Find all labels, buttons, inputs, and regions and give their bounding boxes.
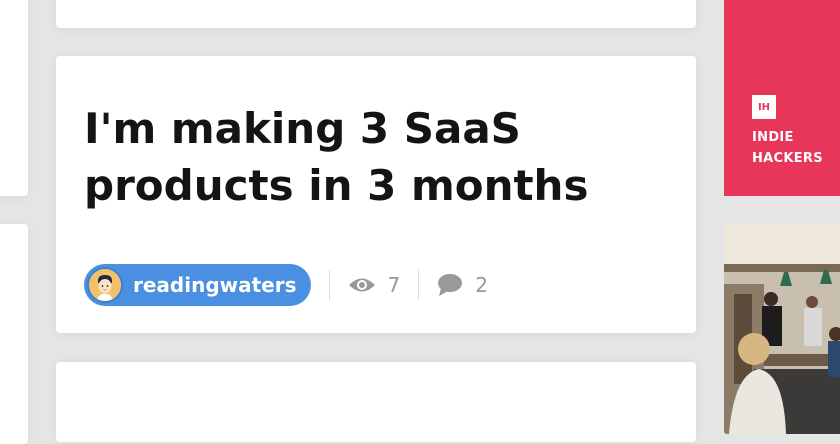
previous-post-card[interactable] xyxy=(56,0,696,28)
left-column-card xyxy=(0,224,28,444)
post-meta: readingwaters 7 2 xyxy=(84,264,488,306)
comment-icon xyxy=(437,273,463,297)
meta-divider xyxy=(328,270,330,300)
brand-line-1: INDIE xyxy=(752,130,794,145)
author-button[interactable]: readingwaters xyxy=(84,264,311,306)
comments-stat[interactable]: 2 xyxy=(437,273,488,297)
comments-count: 2 xyxy=(475,273,488,297)
brand-line-2: HACKERS xyxy=(752,151,823,166)
views-count: 7 xyxy=(387,273,401,297)
left-column-card xyxy=(0,0,28,196)
indie-hackers-logo: IH xyxy=(752,95,776,119)
views-stat: 7 xyxy=(348,273,401,297)
sidebar-photo[interactable] xyxy=(724,224,840,434)
author-name: readingwaters xyxy=(133,273,297,297)
next-post-card[interactable] xyxy=(56,362,696,442)
post-title[interactable]: I'm making 3 SaaS products in 3 months xyxy=(84,100,664,214)
brand-name: INDIE HACKERS xyxy=(752,127,823,169)
post-card[interactable]: I'm making 3 SaaS products in 3 months r… xyxy=(56,56,696,333)
indie-hackers-banner[interactable]: IH INDIE HACKERS xyxy=(724,0,840,196)
eye-icon xyxy=(348,276,376,294)
meta-divider xyxy=(418,270,420,300)
avatar xyxy=(87,267,123,303)
